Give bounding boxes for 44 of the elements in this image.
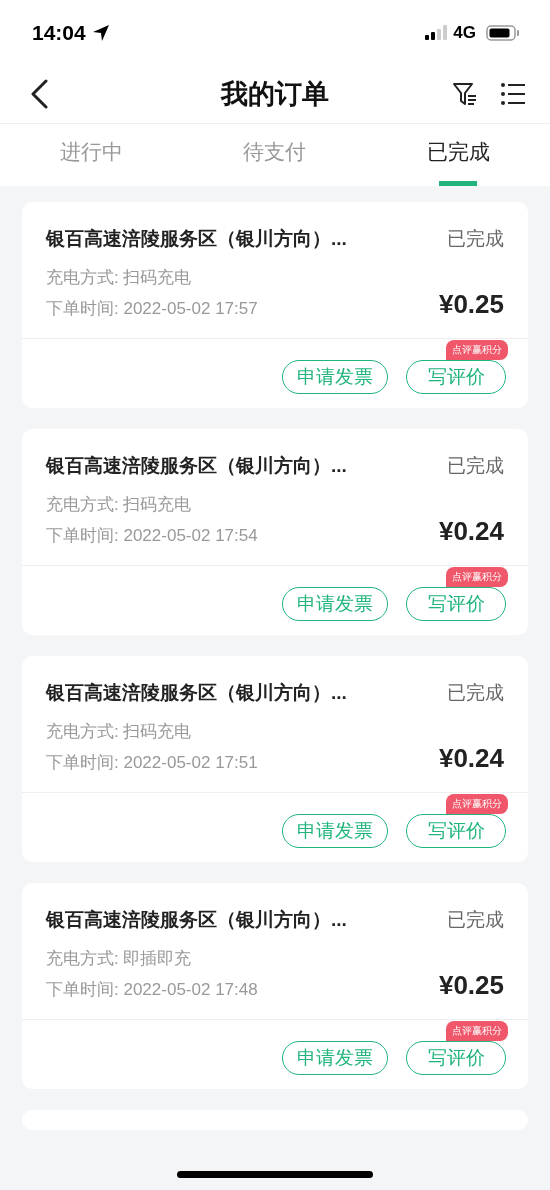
order-action-button[interactable]: 申请发票 — [282, 814, 388, 848]
tab[interactable]: 已完成 — [366, 124, 550, 186]
reward-badge: 点评赢积分 — [446, 794, 508, 814]
station-name: 银百高速涪陵服务区（银川方向）... — [46, 454, 347, 478]
location-arrow-icon — [91, 23, 110, 42]
order-action-button[interactable]: 申请发票 — [282, 587, 388, 621]
order-status: 已完成 — [447, 908, 504, 932]
list-menu-icon[interactable] — [500, 82, 526, 106]
order-amount: ¥0.24 — [438, 516, 504, 547]
battery-icon — [486, 24, 520, 41]
order-time: 下单时间: 2022-05-02 17:54 — [46, 525, 258, 547]
order-time: 下单时间: 2022-05-02 17:48 — [46, 979, 258, 1001]
tab[interactable]: 进行中 — [0, 124, 184, 186]
station-name: 银百高速涪陵服务区（银川方向）... — [46, 227, 347, 251]
charge-method: 充电方式: 即插即充 — [46, 948, 193, 970]
order-time: 下单时间: 2022-05-02 17:51 — [46, 752, 258, 774]
order-action-button[interactable]: 申请发票 — [282, 1041, 388, 1075]
filter-icon[interactable] — [452, 81, 478, 107]
order-amount: ¥0.25 — [438, 970, 504, 1001]
network-label: 4G — [453, 22, 476, 43]
tab[interactable]: 待支付 — [183, 124, 367, 186]
charge-method: 充电方式: 扫码充电 — [46, 721, 193, 743]
charge-method: 充电方式: 扫码充电 — [46, 267, 193, 289]
order-action-button[interactable]: 申请发票 — [282, 360, 388, 394]
order-action-button[interactable]: 写评价 — [406, 360, 506, 394]
order-action-button[interactable]: 写评价 — [406, 1041, 506, 1075]
order-amount: ¥0.24 — [438, 743, 504, 774]
clock-time: 14:04 — [32, 20, 86, 45]
order-time: 下单时间: 2022-05-02 17:57 — [46, 298, 258, 320]
order-amount: ¥0.25 — [438, 289, 504, 320]
page-title: 我的订单 — [221, 78, 329, 111]
order-status: 已完成 — [447, 454, 504, 478]
signal-icon — [425, 25, 448, 40]
reward-badge: 点评赢积分 — [446, 567, 508, 587]
order-status: 已完成 — [447, 227, 504, 251]
charge-method: 充电方式: 扫码充电 — [46, 494, 193, 516]
reward-badge: 点评赢积分 — [446, 1021, 508, 1041]
station-name: 银百高速涪陵服务区（银川方向）... — [46, 908, 347, 932]
back-icon[interactable] — [30, 79, 48, 109]
order-action-button[interactable]: 写评价 — [406, 814, 506, 848]
reward-badge: 点评赢积分 — [446, 340, 508, 360]
station-name: 银百高速涪陵服务区（银川方向）... — [46, 681, 347, 705]
order-action-button[interactable]: 写评价 — [406, 587, 506, 621]
order-status: 已完成 — [447, 681, 504, 705]
